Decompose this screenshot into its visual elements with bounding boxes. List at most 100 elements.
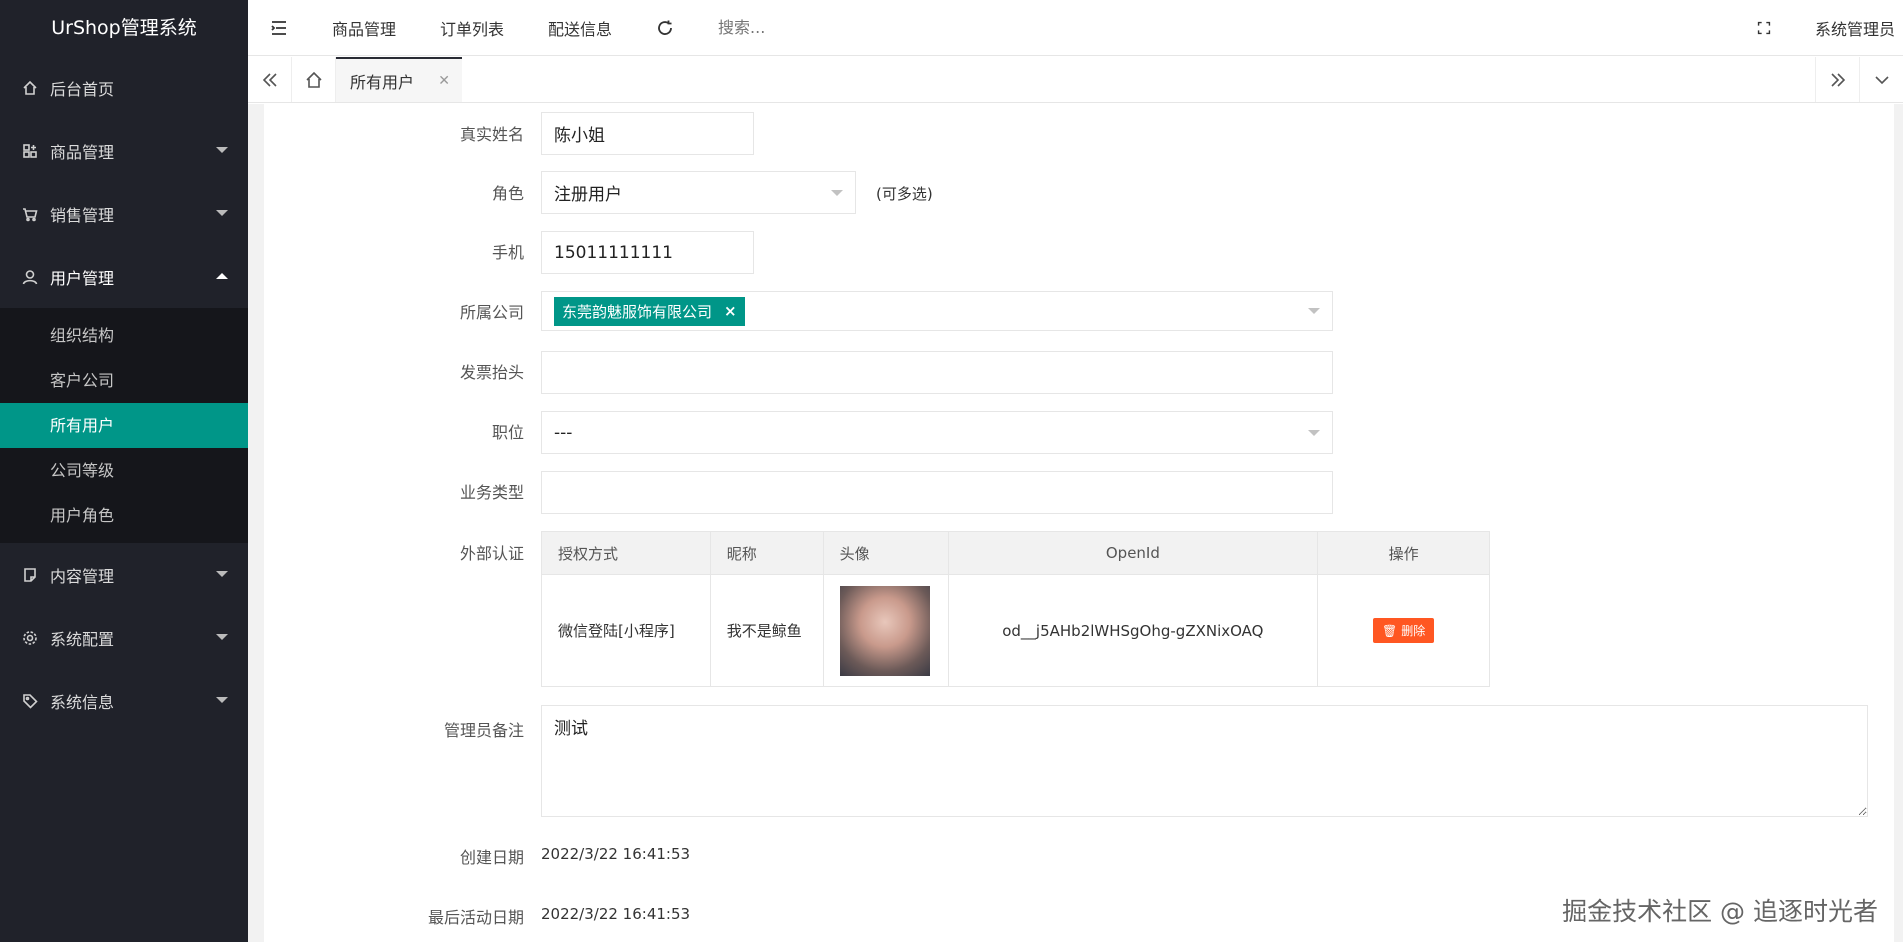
sidebar-item-label: 后台首页 [50,79,115,99]
sidebar-item-label: 用户管理 [50,268,115,288]
sidebar-item-products[interactable]: 商品管理 [0,119,248,182]
avatar [839,585,930,676]
position-select[interactable]: --- [541,411,1333,454]
sidebar-subitem-customer-company[interactable]: 客户公司 [0,358,248,403]
sidebar-item-content[interactable]: 内容管理 [0,543,248,606]
cart-icon [22,206,38,222]
chevron-down-icon [216,571,228,577]
phone-label: 手机 [491,243,524,262]
top-menu-products[interactable]: 商品管理 [310,0,418,56]
sidebar-item-label: 销售管理 [50,205,115,225]
sidebar-submenu-users: 组织结构 客户公司 所有用户 公司等级 用户角色 [0,308,248,543]
cell-avatar [822,574,949,687]
company-tag-label: 东莞韵魅服饰有限公司 [562,302,713,321]
tab-label: 所有用户 [350,72,415,92]
watermark: 掘金技术社区 @ 追逐时光者 [1562,897,1878,926]
company-label: 所属公司 [459,303,524,322]
close-icon[interactable]: ✕ [438,73,450,89]
company-tag: 东莞韵魅服饰有限公司 × [554,296,745,326]
search-input[interactable] [718,18,919,37]
col-action: 操作 [1317,531,1490,575]
sidebar-item-label: 商品管理 [50,142,115,162]
auth-table: 授权方式 昵称 头像 OpenId 操作 微信登陆[小程序] 我不是鲸鱼 od_… [541,531,1490,687]
chevron-down-icon [216,697,228,703]
top-menu-orders[interactable]: 订单列表 [418,0,526,56]
fullscreen-icon[interactable] [1735,0,1793,56]
sidebar-item-home[interactable]: 后台首页 [0,56,248,119]
user-icon [22,269,38,285]
table-row: 微信登陆[小程序] 我不是鲸鱼 od__j5AHb2lWHSgOhg-gZXNi… [541,574,1490,687]
real-name-input[interactable]: 陈小姐 [541,112,754,155]
real-name-label: 真实姓名 [459,125,524,144]
home-icon [22,80,38,96]
col-nickname: 昵称 [709,531,824,575]
sidebar-subitem-company-level[interactable]: 公司等级 [0,448,248,493]
sidebar-item-config[interactable]: 系统配置 [0,606,248,669]
content-area: 真实姓名 陈小姐 角色 注册用户 (可多选) 手机 15011111111 所属… [248,104,1903,942]
apps-icon [22,143,38,159]
sidebar-item-users[interactable]: 用户管理 [0,245,248,308]
sidebar-subitem-org[interactable]: 组织结构 [0,313,248,358]
cell-openid: od__j5AHb2lWHSgOhg-gZXNixOAQ [947,574,1319,687]
trash-icon: 🗑 [1381,623,1398,638]
sidebar-item-label: 内容管理 [50,566,115,586]
note-label: 管理员备注 [443,721,524,740]
delete-button-label: 删除 [1401,624,1426,638]
chevron-down-icon [216,210,228,216]
last-active-label: 最后活动日期 [427,908,524,927]
app-title: UrShop管理系统 [51,17,197,39]
sidebar-item-sales[interactable]: 销售管理 [0,182,248,245]
company-select[interactable]: 东莞韵魅服饰有限公司 × [541,291,1333,331]
chevron-down-icon [216,147,228,153]
position-select-value: --- [554,422,573,443]
note-textarea[interactable]: 测试 [541,705,1868,817]
menu-toggle-icon[interactable] [248,0,310,56]
tabs-scroll-left-icon[interactable] [248,57,292,102]
user-menu[interactable]: 系统管理员 [1793,0,1903,56]
role-label: 角色 [491,184,524,203]
sidebar-item-label: 系统配置 [50,629,115,649]
last-active-value: 2022/3/22 16:41:53 [541,905,691,923]
home-tab-icon[interactable] [292,57,336,102]
created-label: 创建日期 [459,848,524,867]
tag-remove-icon[interactable]: × [724,302,737,320]
invoice-input[interactable] [541,351,1333,394]
chevron-down-icon [1308,308,1320,314]
top-bar: 商品管理 订单列表 配送信息 系统管理员 [248,0,1903,56]
tabs-more-icon[interactable] [1859,57,1903,102]
sidebar-item-label: 系统信息 [50,692,115,712]
role-select[interactable]: 注册用户 [541,171,856,214]
tag-icon [22,693,38,709]
chevron-down-icon [1308,429,1320,436]
sidebar-subitem-user-roles[interactable]: 用户角色 [0,493,248,538]
chevron-down-icon [216,634,228,640]
role-select-value: 注册用户 [554,185,622,205]
user-form: 真实姓名 陈小姐 角色 注册用户 (可多选) 手机 15011111111 所属… [264,104,1894,942]
tab-bar: 所有用户 ✕ [248,57,1903,103]
table-header-row: 授权方式 昵称 头像 OpenId 操作 [541,531,1490,575]
chevron-up-icon [216,273,228,279]
invoice-label: 发票抬头 [459,363,524,382]
refresh-icon[interactable] [634,0,696,56]
cell-nickname: 我不是鲸鱼 [709,574,824,687]
col-openid: OpenId [947,531,1319,575]
gear-icon [22,630,38,646]
sidebar-subitem-all-users[interactable]: 所有用户 [0,403,248,448]
created-value: 2022/3/22 16:41:53 [541,845,691,863]
business-label: 业务类型 [459,483,524,502]
delete-button[interactable]: 🗑 删除 [1372,618,1435,643]
col-method: 授权方式 [541,531,711,575]
phone-input[interactable]: 15011111111 [541,231,754,274]
auth-label: 外部认证 [459,544,524,563]
position-label: 职位 [491,423,524,442]
business-input[interactable] [541,471,1333,514]
tab-all-users[interactable]: 所有用户 ✕ [336,57,462,102]
col-avatar: 头像 [822,531,949,575]
note-icon [22,567,38,583]
chevron-down-icon [831,189,843,196]
sidebar-item-sysinfo[interactable]: 系统信息 [0,669,248,732]
top-menu-delivery[interactable]: 配送信息 [526,0,634,56]
role-hint: (可多选) [876,185,933,203]
tabs-scroll-right-icon[interactable] [1815,57,1859,102]
sidebar: UrShop管理系统 后台首页 商品管理 销售管理 用户管理 组织结构 客户公司… [0,0,248,942]
